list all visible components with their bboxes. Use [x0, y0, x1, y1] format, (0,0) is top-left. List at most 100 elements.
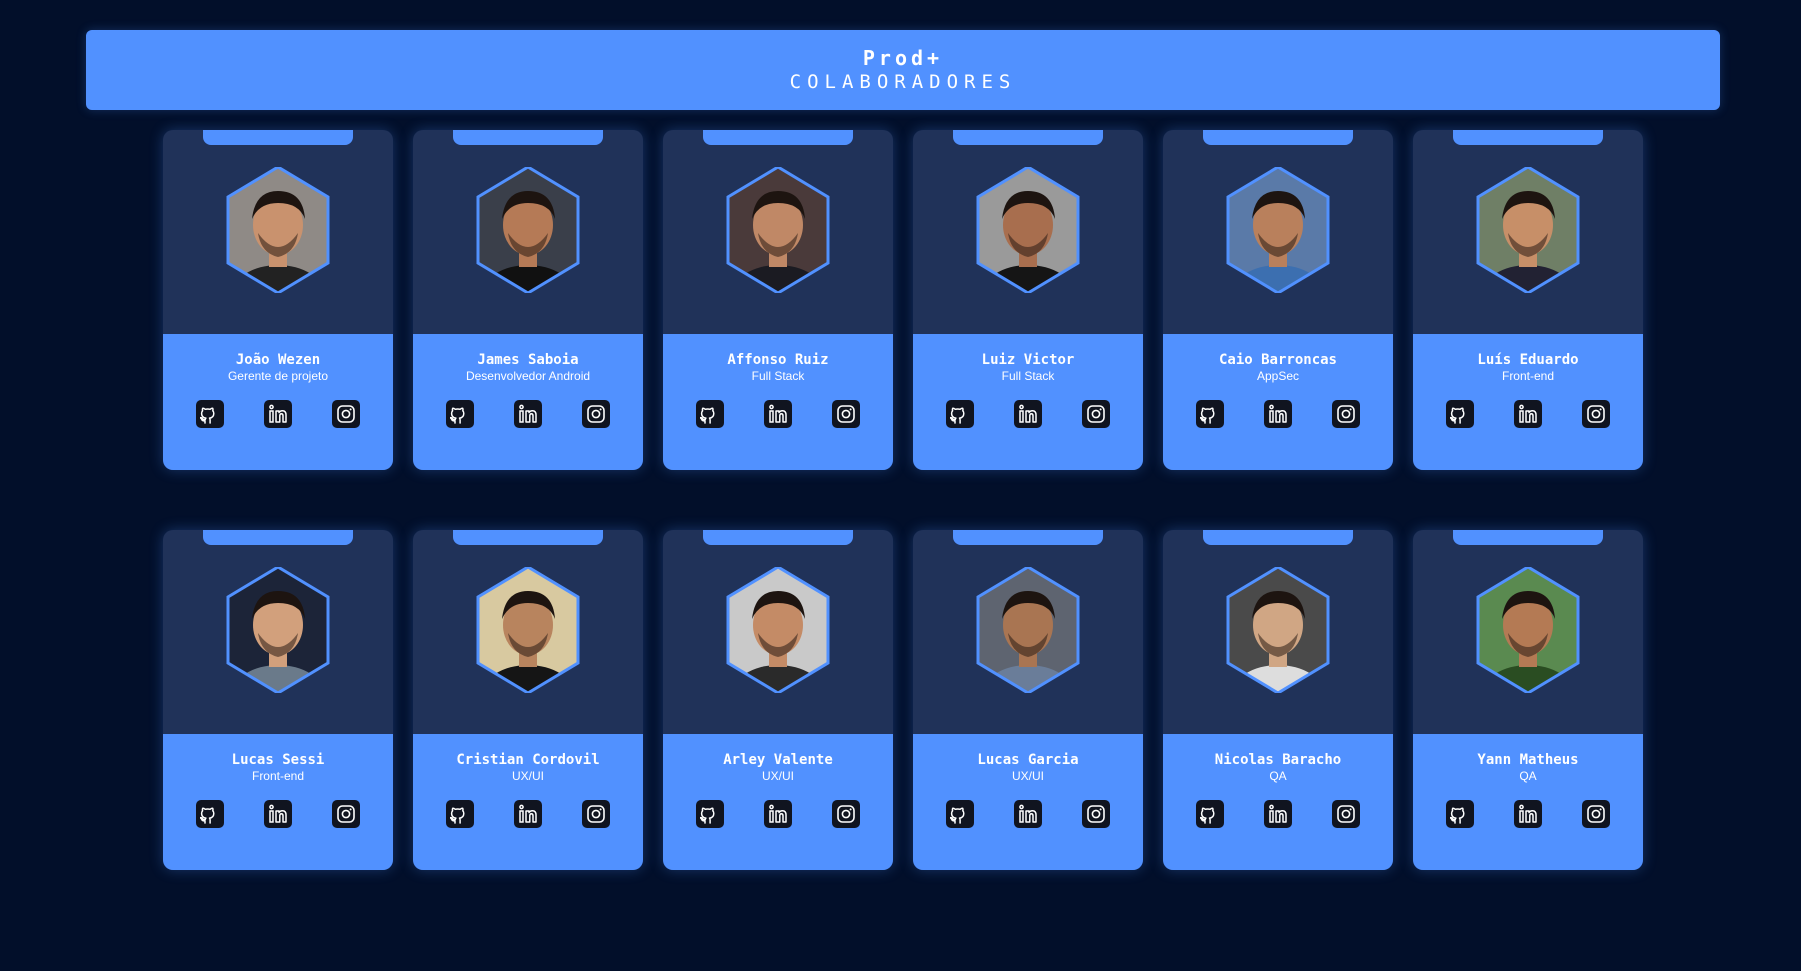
social-links — [1163, 400, 1393, 428]
collaborator-name: Lucas Garcia — [977, 752, 1079, 768]
social-links — [663, 400, 893, 428]
collaborator-role: Front-end — [1501, 369, 1555, 383]
collaborator-name: Yann Matheus — [1477, 752, 1579, 768]
card-info: Lucas Garcia UX/UI — [913, 734, 1143, 870]
collaborator-card: Luís Eduardo Front-end — [1413, 130, 1643, 470]
collaborator-card: João Wezen Gerente de projeto — [163, 130, 393, 470]
avatar — [225, 567, 331, 693]
github-link[interactable] — [196, 800, 224, 828]
linkedin-link[interactable] — [1014, 400, 1042, 428]
social-links — [913, 400, 1143, 428]
collaborator-role: Front-end — [251, 769, 305, 783]
instagram-link[interactable] — [582, 800, 610, 828]
instagram-link[interactable] — [582, 400, 610, 428]
collaborator-role: UX/UI — [511, 769, 544, 783]
linkedin-link[interactable] — [764, 400, 792, 428]
social-links — [1163, 800, 1393, 828]
card-top-tab — [1203, 130, 1353, 145]
linkedin-icon — [1019, 804, 1037, 823]
linkedin-icon — [1019, 404, 1037, 423]
instagram-link[interactable] — [832, 400, 860, 428]
card-top-tab — [953, 530, 1103, 545]
brand-title: Prod+ — [862, 46, 944, 70]
linkedin-link[interactable] — [514, 400, 542, 428]
github-icon — [1450, 407, 1465, 424]
card-top-tab — [1453, 530, 1603, 545]
instagram-icon — [1337, 805, 1355, 823]
card-top-tab — [703, 530, 853, 545]
collaborator-role: AppSec — [1256, 369, 1300, 383]
collaborator-card: Luiz Victor Full Stack — [913, 130, 1143, 470]
card-top-tab — [453, 530, 603, 545]
instagram-link[interactable] — [1082, 800, 1110, 828]
github-link[interactable] — [946, 800, 974, 828]
instagram-link[interactable] — [332, 800, 360, 828]
linkedin-link[interactable] — [1514, 400, 1542, 428]
linkedin-link[interactable] — [514, 800, 542, 828]
collaborator-name: Affonso Ruiz — [727, 352, 829, 368]
collaborator-role: QA — [1269, 769, 1287, 783]
github-icon — [200, 407, 215, 424]
github-icon — [200, 807, 215, 824]
card-info: Caio Barroncas AppSec — [1163, 334, 1393, 470]
card-top-tab — [203, 130, 353, 145]
instagram-icon — [337, 405, 355, 423]
linkedin-link[interactable] — [1264, 400, 1292, 428]
linkedin-icon — [519, 404, 537, 423]
linkedin-link[interactable] — [1014, 800, 1042, 828]
linkedin-link[interactable] — [764, 800, 792, 828]
github-link[interactable] — [1196, 400, 1224, 428]
linkedin-icon — [269, 404, 287, 423]
github-link[interactable] — [1446, 400, 1474, 428]
collaborator-name: James Saboia — [477, 352, 579, 368]
social-links — [163, 400, 393, 428]
linkedin-link[interactable] — [1264, 800, 1292, 828]
collaborator-name: Cristian Cordovil — [456, 752, 600, 768]
card-info: Lucas Sessi Front-end — [163, 734, 393, 870]
collaborator-card: Yann Matheus QA — [1413, 530, 1643, 870]
avatar — [725, 167, 831, 293]
collaborator-name: Luís Eduardo — [1477, 352, 1579, 368]
page-subtitle: COLABORADORES — [789, 71, 1017, 93]
instagram-link[interactable] — [1582, 400, 1610, 428]
instagram-link[interactable] — [1332, 400, 1360, 428]
github-link[interactable] — [446, 400, 474, 428]
collaborator-role: UX/UI — [761, 769, 794, 783]
card-info: Affonso Ruiz Full Stack — [663, 334, 893, 470]
social-links — [413, 400, 643, 428]
github-icon — [950, 807, 965, 824]
instagram-link[interactable] — [1082, 400, 1110, 428]
linkedin-link[interactable] — [264, 400, 292, 428]
card-top-tab — [1203, 530, 1353, 545]
github-link[interactable] — [1196, 800, 1224, 828]
github-icon — [1450, 807, 1465, 824]
collaborator-role: Desenvolvedor Android — [465, 369, 591, 383]
collaborator-card: Nicolas Baracho QA — [1163, 530, 1393, 870]
card-info: Nicolas Baracho QA — [1163, 734, 1393, 870]
collaborator-name: João Wezen — [235, 352, 321, 368]
instagram-link[interactable] — [1332, 800, 1360, 828]
collaborator-role: UX/UI — [1011, 769, 1044, 783]
collaborator-role: Gerente de projeto — [227, 369, 329, 383]
github-link[interactable] — [196, 400, 224, 428]
collaborator-name: Luiz Victor — [981, 352, 1075, 368]
instagram-link[interactable] — [1582, 800, 1610, 828]
linkedin-link[interactable] — [1514, 800, 1542, 828]
collaborator-role: Full Stack — [751, 369, 805, 383]
github-link[interactable] — [696, 800, 724, 828]
instagram-link[interactable] — [332, 400, 360, 428]
github-icon — [700, 407, 715, 424]
instagram-icon — [1587, 405, 1605, 423]
card-top-tab — [203, 530, 353, 545]
social-links — [1413, 400, 1643, 428]
github-icon — [950, 407, 965, 424]
github-link[interactable] — [696, 400, 724, 428]
github-link[interactable] — [446, 800, 474, 828]
github-link[interactable] — [946, 400, 974, 428]
card-info: João Wezen Gerente de projeto — [163, 334, 393, 470]
github-link[interactable] — [1446, 800, 1474, 828]
social-links — [413, 800, 643, 828]
card-info: Arley Valente UX/UI — [663, 734, 893, 870]
instagram-link[interactable] — [832, 800, 860, 828]
linkedin-link[interactable] — [264, 800, 292, 828]
